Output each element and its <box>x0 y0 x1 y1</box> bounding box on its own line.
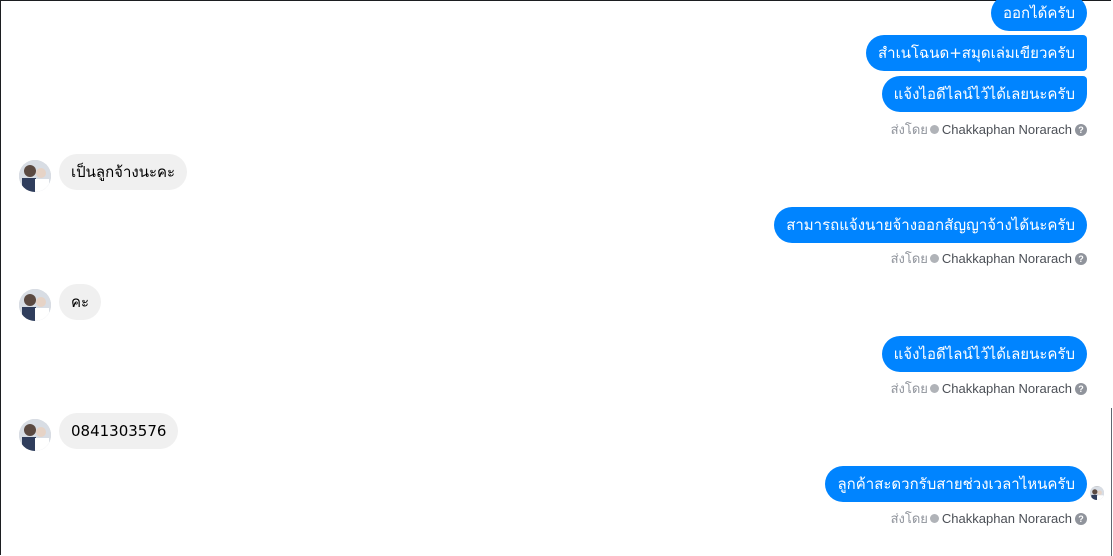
outgoing-message[interactable]: สามารถแจ้งนายจ้างออกสัญญาจ้างได้นะครับ <box>774 207 1087 243</box>
outgoing-message[interactable]: ลูกค้าสะดวกรับสายช่วงเวลาไหนครับ <box>825 466 1087 502</box>
scrollbar-edge[interactable] <box>1111 408 1112 556</box>
avatar[interactable] <box>19 419 51 451</box>
verified-icon <box>929 384 939 393</box>
outgoing-message[interactable]: แจ้งไอดีไลน์ไว้ได้เลยนะครับ <box>881 336 1087 372</box>
sender-name[interactable]: Chakkaphan Norarach <box>942 122 1072 137</box>
sent-by-prefix: ส่งโดย <box>890 122 928 137</box>
sender-name[interactable]: Chakkaphan Norarach <box>942 251 1072 266</box>
sender-name[interactable]: Chakkaphan Norarach <box>942 511 1072 526</box>
sent-by-prefix: ส่งโดย <box>890 251 928 266</box>
help-icon[interactable]: ? <box>1075 124 1087 136</box>
sender-name[interactable]: Chakkaphan Norarach <box>942 381 1072 396</box>
outgoing-message[interactable]: สำเนโฉนด+สมุดเล่มเขียวครับ <box>866 35 1087 71</box>
help-icon[interactable]: ? <box>1075 513 1087 525</box>
avatar[interactable] <box>19 289 51 321</box>
verified-icon <box>929 514 939 523</box>
outgoing-message[interactable]: แจ้งไอดีไลน์ไว้ได้เลยนะครับ <box>881 76 1087 112</box>
seen-avatar <box>1090 486 1104 500</box>
help-icon[interactable]: ? <box>1075 253 1087 265</box>
sent-by-prefix: ส่งโดย <box>890 511 928 526</box>
avatar[interactable] <box>19 160 51 192</box>
verified-icon <box>929 125 939 134</box>
help-icon[interactable]: ? <box>1075 383 1087 395</box>
sent-by-label: ส่งโดย Chakkaphan Norarach? <box>891 381 1087 397</box>
sent-by-label: ส่งโดย Chakkaphan Norarach? <box>891 251 1087 267</box>
incoming-message[interactable]: เป็นลูกจ้างนะคะ <box>59 154 188 190</box>
incoming-message[interactable]: 0841303576 <box>59 413 179 449</box>
sent-by-label: ส่งโดย Chakkaphan Norarach? <box>891 122 1087 138</box>
verified-icon <box>929 254 939 263</box>
incoming-message[interactable]: คะ <box>59 284 102 320</box>
outgoing-message[interactable]: ออกได้ครับ <box>991 0 1087 31</box>
sent-by-label: ส่งโดย Chakkaphan Norarach? <box>891 511 1087 527</box>
sent-by-prefix: ส่งโดย <box>890 381 928 396</box>
